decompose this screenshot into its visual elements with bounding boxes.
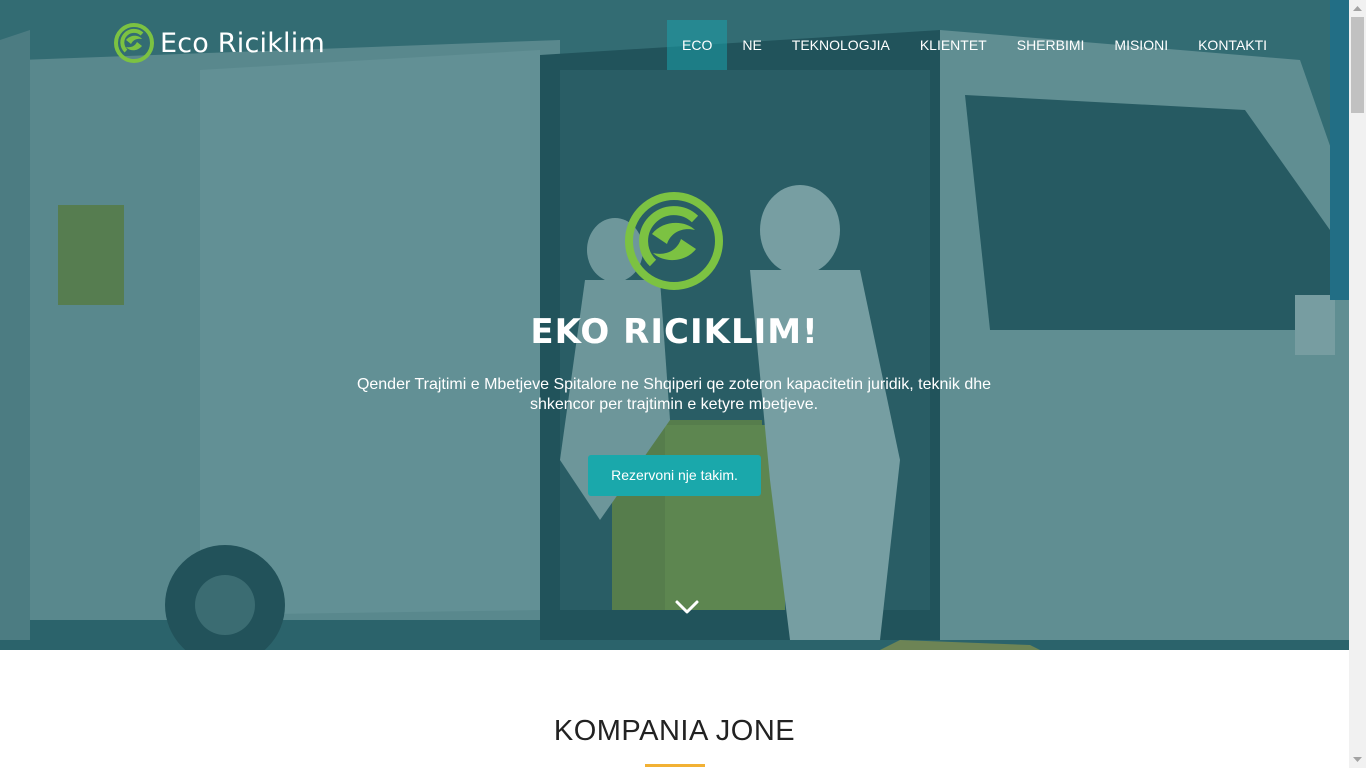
hero-section: Eco Riciklim ECO NE TEKNOLOGJIA KLIENTET…	[0, 0, 1349, 650]
hero-title: EKO RICIKLIM!	[530, 312, 819, 352]
nav-item-kontakti[interactable]: KONTAKTI	[1183, 20, 1282, 70]
nav-item-ne[interactable]: NE	[727, 20, 776, 70]
hero-logo-icon	[625, 192, 723, 290]
hero-subtitle: Qender Trajtimi e Mbetjeve Spitalore ne …	[356, 376, 992, 413]
scrollbar-thumb[interactable]	[1351, 17, 1364, 113]
page-scrollbar[interactable]	[1349, 0, 1366, 768]
eco-recycle-logo-icon	[114, 23, 154, 63]
scroll-down-arrow-icon[interactable]	[1349, 751, 1366, 768]
nav-item-sherbimi[interactable]: SHERBIMI	[1002, 20, 1100, 70]
nav-item-misioni[interactable]: MISIONI	[1099, 20, 1183, 70]
brand-name: Eco Riciklim	[160, 27, 325, 59]
section-title-underline	[645, 764, 705, 767]
nav-item-klientet[interactable]: KLIENTET	[905, 20, 1002, 70]
nav-item-teknologjia[interactable]: TEKNOLOGJIA	[777, 20, 905, 70]
main-navigation: ECO NE TEKNOLOGJIA KLIENTET SHERBIMI MIS…	[667, 20, 1282, 70]
scroll-up-arrow-icon[interactable]	[1349, 0, 1366, 17]
brand[interactable]: Eco Riciklim	[114, 22, 325, 64]
nav-item-eco[interactable]: ECO	[667, 20, 728, 70]
page: Eco Riciklim ECO NE TEKNOLOGJIA KLIENTET…	[0, 0, 1366, 768]
book-appointment-button[interactable]: Rezervoni nje takim.	[588, 455, 761, 496]
chevron-down-icon[interactable]	[674, 598, 700, 616]
section-title: KOMPANIA JONE	[553, 715, 796, 747]
